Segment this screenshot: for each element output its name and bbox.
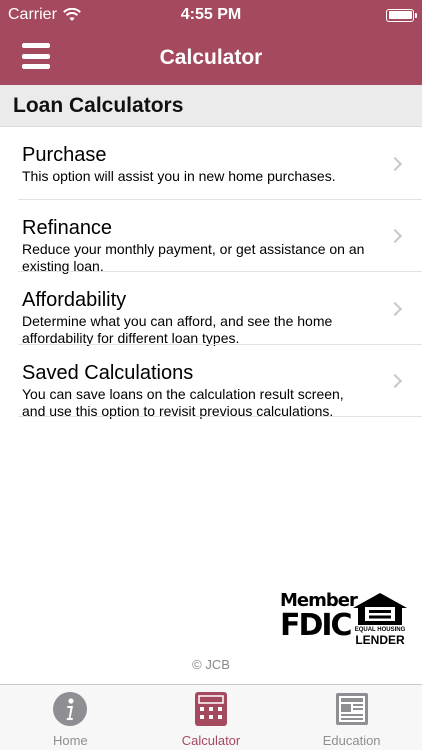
- list-item-title: Saved Calculations: [22, 362, 194, 384]
- copyright-text: © JCB: [192, 657, 230, 672]
- lender-text: LENDER: [355, 633, 405, 647]
- battery-icon: [386, 8, 417, 22]
- chevron-right-icon: [387, 228, 403, 244]
- tab-home[interactable]: Home: [0, 685, 140, 748]
- loan-calculator-list: Purchase This option will assist you in …: [0, 127, 422, 419]
- newspaper-icon: [335, 693, 368, 725]
- list-item-description: You can save loans on the calculation re…: [22, 386, 344, 419]
- list-item-refinance[interactable]: Refinance Reduce your monthly payment, o…: [0, 200, 422, 274]
- chevron-right-icon: [387, 301, 403, 316]
- list-item-saved-calculations[interactable]: Saved Calculations You can save loans on…: [0, 345, 422, 419]
- chevron-right-icon: [387, 373, 403, 389]
- list-item-description: Reduce your monthly payment, or get assi…: [22, 241, 365, 274]
- tab-bar: Home Calculator Education: [0, 684, 422, 750]
- nav-bar: Calculator: [0, 30, 422, 85]
- equal-housing-icon: [353, 593, 407, 625]
- section-header: Loan Calculators: [0, 85, 422, 127]
- equal-housing-lender-logo: EQUAL HOUSING LENDER: [352, 592, 408, 647]
- list-item-affordability[interactable]: Affordability Determine what you can aff…: [0, 272, 422, 346]
- list-item-purchase[interactable]: Purchase This option will assist you in …: [0, 127, 422, 200]
- list-item-description: This option will assist you in new home …: [22, 168, 336, 184]
- page-title: Calculator: [159, 45, 263, 69]
- fdic-text: FDIC: [280, 608, 353, 643]
- list-item-description: Determine what you can afford, and see t…: [22, 313, 333, 346]
- fdic-logo: Member FDIC: [280, 592, 358, 650]
- tab-label: Home: [52, 733, 88, 748]
- calculator-icon: [194, 692, 227, 726]
- status-bar: Carrier 4:55 PM: [0, 0, 422, 30]
- wifi-icon: [62, 8, 81, 21]
- carrier-label: Carrier: [8, 6, 57, 23]
- tab-education[interactable]: Education: [282, 685, 422, 748]
- status-left: Carrier: [8, 6, 81, 24]
- info-icon: [53, 692, 88, 726]
- list-item-title: Refinance: [22, 217, 113, 239]
- list-item-title: Purchase: [22, 144, 107, 166]
- menu-icon: [22, 43, 50, 48]
- tab-calculator[interactable]: Calculator: [141, 685, 281, 748]
- tab-label: Education: [322, 733, 381, 748]
- menu-button[interactable]: [22, 43, 50, 69]
- list-item-title: Affordability: [22, 289, 127, 311]
- tab-label: Calculator: [181, 733, 241, 748]
- chevron-right-icon: [387, 156, 403, 171]
